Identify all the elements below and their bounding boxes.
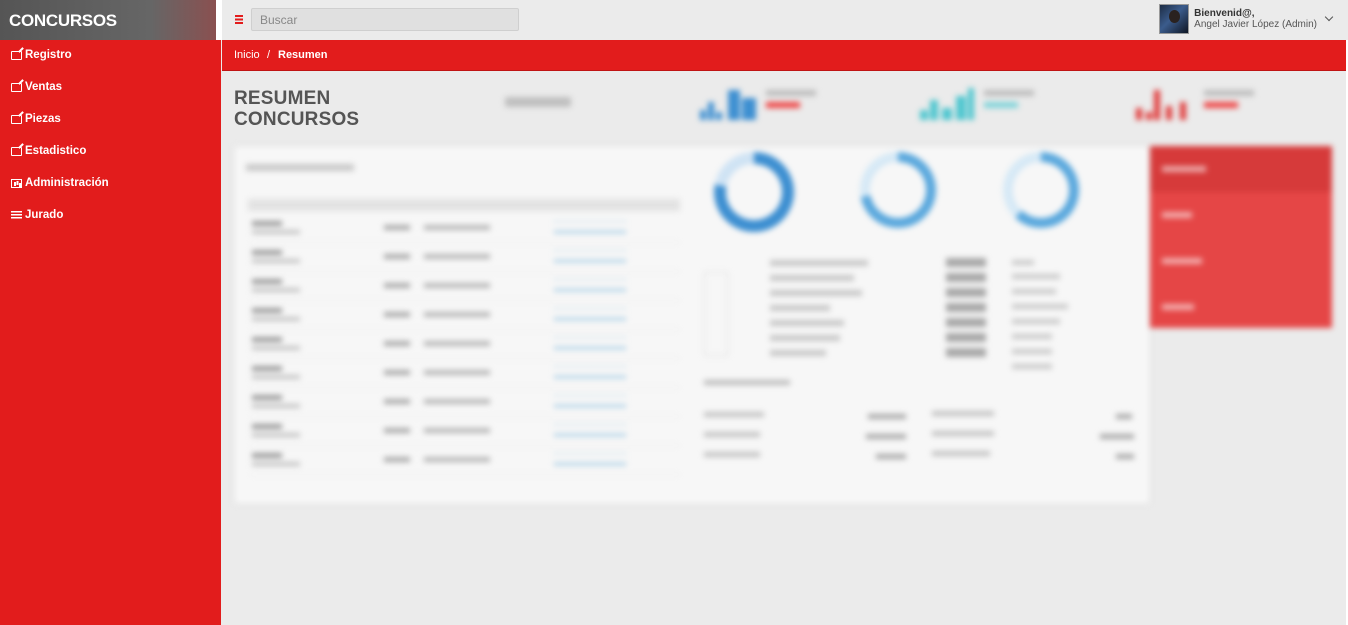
legend-item (770, 290, 862, 296)
user-info: Bienvenid@, Angel Javier López (Admin) (1194, 8, 1317, 30)
stat-text (984, 90, 1034, 114)
stat-text (1204, 90, 1254, 114)
page-title-line1: RESUMEN (234, 88, 331, 109)
breadcrumb-resumen: Resumen (278, 49, 328, 61)
table-header (248, 199, 680, 211)
table-row[interactable] (250, 391, 680, 417)
value-block (946, 288, 986, 297)
table-row[interactable] (250, 217, 680, 243)
donut-gauge (714, 152, 794, 232)
table-row[interactable] (250, 420, 680, 446)
value-block (946, 258, 986, 267)
table-row[interactable] (250, 362, 680, 388)
legend-item (770, 350, 826, 356)
hamburger-menu-icon[interactable] (235, 15, 243, 24)
edit-icon (11, 146, 22, 156)
avatar (1159, 4, 1190, 34)
sidebar-item-label: Registro (25, 49, 72, 61)
brand-title: CONCURSOS (9, 11, 117, 30)
sidebar-item-label: Administración (25, 177, 109, 189)
legend-item (770, 260, 868, 266)
page-title: RESUMEN CONCURSOS (234, 88, 359, 130)
top-bar: Bienvenid@, Angel Javier López (Admin) (222, 0, 1348, 40)
user-menu[interactable]: Bienvenid@, Angel Javier López (Admin) (1159, 4, 1334, 34)
bar-chart-icon (11, 178, 22, 188)
breadcrumb-inicio[interactable]: Inicio (234, 49, 260, 61)
sidebar-item-label: Jurado (25, 209, 64, 221)
donut-gauge (860, 152, 936, 228)
sidebar-item-administracion[interactable]: Administración (11, 174, 109, 192)
search-input[interactable] (251, 8, 519, 31)
brand-header[interactable]: CONCURSOS (0, 0, 216, 40)
table-row[interactable] (250, 304, 680, 330)
stat-text (766, 90, 816, 114)
legend-item (770, 275, 854, 281)
table-row[interactable] (250, 246, 680, 272)
value-block (946, 318, 986, 327)
user-greeting: Bienvenid@, (1194, 8, 1255, 19)
sparkline-teal (920, 86, 982, 120)
stat-date-placeholder (505, 97, 571, 107)
edit-icon (11, 114, 22, 124)
table-row[interactable] (250, 449, 680, 475)
edit-icon (11, 50, 22, 60)
sidebar-item-jurado[interactable]: Jurado (11, 206, 63, 224)
sidebar-item-ventas[interactable]: Ventas (11, 78, 62, 96)
section-heading (704, 380, 790, 385)
donut-gauge (1003, 152, 1079, 228)
value-block (946, 303, 986, 312)
sidebar-item-piezas[interactable]: Piezas (11, 110, 61, 128)
sidebar-item-label: Ventas (25, 81, 63, 93)
table-row[interactable] (250, 333, 680, 359)
value-block (946, 333, 986, 342)
edit-icon (11, 82, 22, 92)
sidebar-item-registro[interactable]: Registro (11, 46, 72, 64)
sidebar-item-estadistico[interactable]: Estadistico (11, 142, 86, 160)
user-name: Angel Javier López (Admin) (1194, 19, 1317, 30)
panel-heading (246, 164, 354, 171)
legend-item (770, 305, 830, 311)
breadcrumb: Inicio / Resumen (222, 40, 1346, 71)
legend-item (770, 320, 844, 326)
breadcrumb-separator: / (267, 49, 271, 61)
dropdown-panel[interactable] (1150, 146, 1332, 328)
list-icon (11, 211, 22, 219)
sidebar: Registro Ventas Piezas Estadistico Admin… (0, 40, 221, 625)
sidebar-item-label: Piezas (25, 113, 61, 125)
mini-bar (704, 272, 728, 356)
legend-item (770, 335, 840, 341)
value-block (946, 273, 986, 282)
sparkline-blue (700, 86, 762, 120)
page-title-line2: CONCURSOS (234, 109, 360, 130)
chevron-down-icon[interactable] (1324, 12, 1334, 22)
table-row[interactable] (250, 275, 680, 301)
sparkline-red (1136, 86, 1198, 120)
value-block (946, 348, 986, 357)
sidebar-item-label: Estadistico (25, 145, 87, 157)
